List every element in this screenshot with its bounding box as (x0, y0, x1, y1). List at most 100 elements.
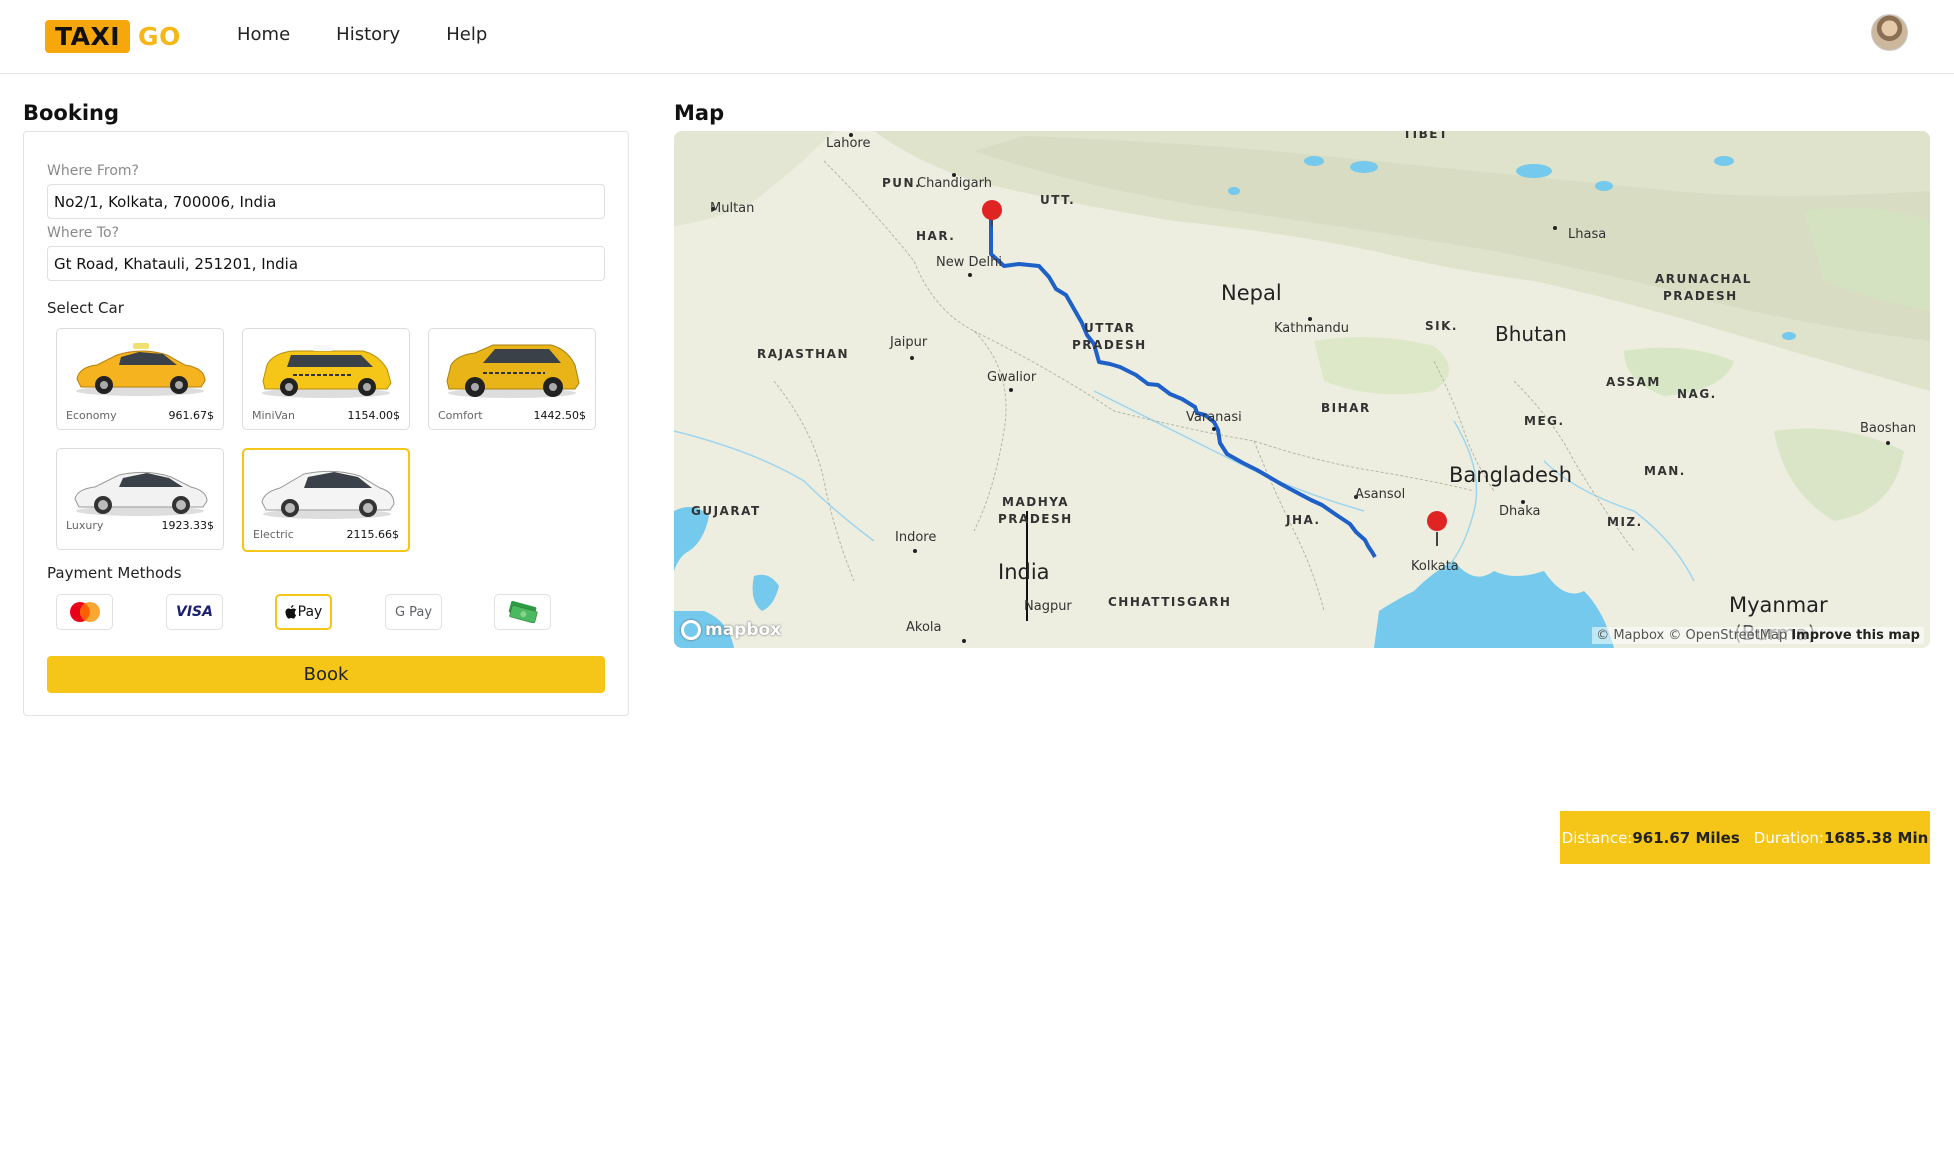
user-avatar[interactable] (1871, 14, 1908, 51)
pay-visa[interactable]: VISA (166, 594, 223, 630)
car-price: 1154.00$ (347, 409, 401, 422)
map-label-jha: JHA. (1286, 513, 1321, 527)
book-button[interactable]: Book (47, 656, 605, 693)
map-label-bangladesh: Bangladesh (1449, 463, 1573, 487)
map-background (674, 131, 1930, 648)
map-label-utt: UTT. (1040, 193, 1076, 207)
mastercard-icon (69, 602, 100, 622)
mapbox-logo[interactable]: mapbox (681, 620, 781, 640)
trip-summary-bar: Distance:961.67 Miles Duration:1685.38 M… (1560, 811, 1930, 864)
car-option-comfort[interactable]: Comfort 1442.50$ (428, 328, 596, 430)
car-price: 961.67$ (168, 409, 215, 422)
map-label-jaipur: Jaipur (890, 335, 928, 350)
map-label-chhattisgarh: CHHATTISGARH (1108, 595, 1232, 609)
map-title: Map (674, 101, 725, 125)
map-label-arunachal: ARUNACHAL (1655, 272, 1752, 286)
map-attribution: © Mapbox © OpenStreetMap Improve this ma… (1592, 627, 1924, 644)
map-label-new-delhi: New Delhi (936, 255, 1002, 270)
car-name: MiniVan (252, 409, 295, 422)
map-label-nag: NAG. (1677, 387, 1717, 401)
map-label-pun: PUN. (882, 176, 922, 190)
map-label-dhaka: Dhaka (1499, 504, 1541, 519)
top-navbar: TAXI GO Home History Help (0, 0, 1954, 74)
select-car-label: Select Car (47, 299, 124, 317)
map-label-meg: MEG. (1524, 414, 1565, 428)
car-name: Comfort (438, 409, 483, 422)
car-price: 1923.33$ (161, 519, 215, 532)
cash-icon (508, 601, 538, 623)
car-option-economy[interactable]: Economy 961.67$ (56, 328, 224, 430)
nav-help[interactable]: Help (446, 24, 487, 45)
map-label-baoshan: Baoshan (1860, 421, 1917, 436)
logo-taxi-text: TAXI (45, 20, 131, 53)
mapbox-circle-icon (681, 620, 701, 640)
map-label-uttar: UTTAR (1084, 321, 1136, 335)
mapbox-logo-text: mapbox (705, 620, 782, 640)
comfort-suv-icon (446, 344, 580, 398)
map-label-multan: Multan (710, 201, 755, 216)
car-option-minivan[interactable]: MiniVan 1154.00$ (242, 328, 410, 430)
map-label-sik: SIK. (1425, 319, 1458, 333)
duration-value: 1685.38 Min (1823, 828, 1929, 847)
to-label: Where To? (47, 225, 120, 241)
duration-label: Duration: (1753, 828, 1824, 847)
pay-google-pay[interactable]: G Pay (385, 594, 442, 630)
apple-pay-icon: Pay (285, 604, 322, 620)
car-price: 2115.66$ (346, 528, 400, 541)
map-label-tibet: TIBET (1403, 131, 1449, 141)
logo-go-text: GO (138, 22, 181, 51)
map-label-kolkata: Kolkata (1411, 559, 1459, 574)
to-input[interactable] (47, 246, 605, 281)
map-label-myanmar: Myanmar (1729, 593, 1828, 617)
map-label-nepal: Nepal (1221, 281, 1282, 305)
map-label-chandigarh: Chandigarh (917, 176, 992, 191)
pay-cash[interactable] (494, 594, 551, 630)
booking-title: Booking (23, 101, 120, 125)
route-map[interactable]: TIBET Lahore PUN. Chandigarh UTT. Multan… (674, 131, 1930, 648)
apple-icon (285, 605, 296, 619)
map-label-asansol: Asansol (1355, 487, 1406, 502)
map-label-gwalior: Gwalior (987, 370, 1037, 385)
map-label-kathmandu: Kathmandu (1274, 321, 1349, 336)
map-label-lhasa: Lhasa (1568, 227, 1607, 242)
car-price: 1442.50$ (533, 409, 587, 422)
map-label-bhutan: Bhutan (1495, 322, 1567, 346)
map-label-miz: MIZ. (1607, 515, 1643, 529)
google-pay-icon: G Pay (394, 604, 433, 620)
map-label-rajasthan: RAJASTHAN (757, 347, 849, 361)
car-option-electric[interactable]: Electric 2115.66$ (242, 448, 410, 552)
map-label-madhya-pradesh: PRADESH (998, 512, 1073, 526)
payment-methods-label: Payment Methods (47, 564, 182, 582)
nav-home[interactable]: Home (237, 24, 290, 45)
visa-icon: VISA (176, 604, 213, 620)
map-label-india: India (998, 560, 1050, 584)
pay-apple-pay[interactable]: Pay (275, 594, 332, 630)
from-label: Where From? (47, 163, 139, 179)
map-label-gujarat: GUJARAT (691, 504, 761, 518)
nav-links: Home History Help (237, 24, 487, 45)
from-input[interactable] (47, 184, 605, 219)
car-name: Luxury (66, 519, 104, 532)
map-label-madhya: MADHYA (1002, 495, 1070, 509)
distance-value: 961.67 Miles (1632, 828, 1740, 847)
attribution-text[interactable]: © Mapbox © OpenStreetMap (1596, 628, 1787, 643)
economy-taxi-icon (76, 343, 206, 396)
map-label-nagpur: Nagpur (1024, 599, 1072, 614)
map-label-indore: Indore (895, 530, 937, 545)
map-label-lahore: Lahore (826, 136, 871, 151)
improve-map-link[interactable]: Improve this map (1791, 628, 1920, 643)
map-label-akola: Akola (906, 620, 942, 635)
map-label-varanasi: Varanasi (1186, 410, 1242, 425)
map-label-uttar-pradesh: PRADESH (1072, 338, 1147, 352)
pay-mastercard[interactable] (56, 594, 113, 630)
taxigo-logo[interactable]: TAXI GO (45, 18, 181, 55)
map-label-bihar: BIHAR (1321, 401, 1371, 415)
map-label-har: HAR. (916, 229, 956, 243)
car-name: Economy (66, 409, 117, 422)
luxury-sedan-icon (74, 471, 208, 516)
minivan-taxi-icon (262, 345, 392, 398)
distance-label: Distance: (1561, 828, 1633, 847)
car-option-luxury[interactable]: Luxury 1923.33$ (56, 448, 224, 550)
nav-history[interactable]: History (336, 24, 400, 45)
car-name: Electric (253, 528, 294, 541)
